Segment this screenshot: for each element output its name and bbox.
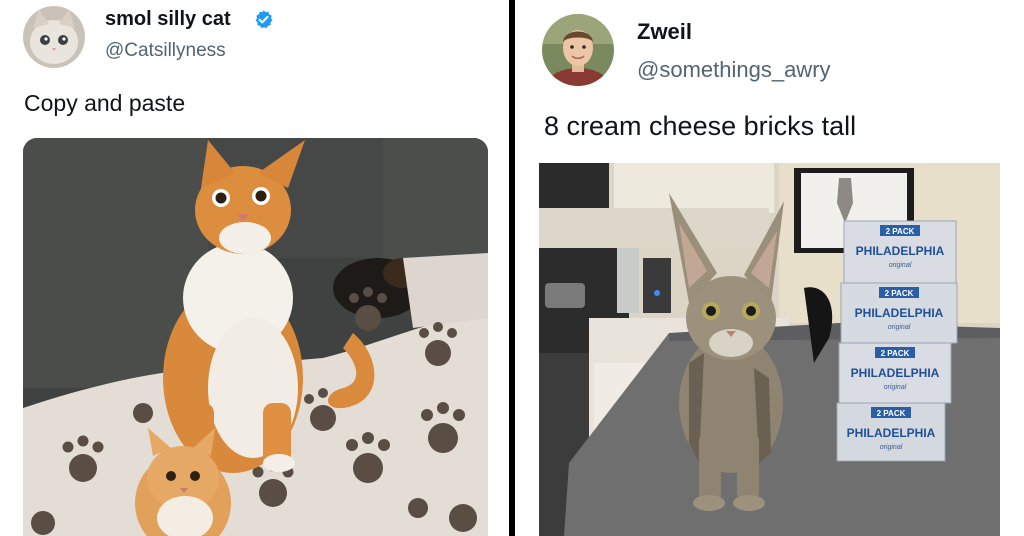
- box-variant-label: original: [880, 444, 903, 451]
- box-variant-label: original: [889, 262, 912, 269]
- verified-badge-icon: [255, 10, 273, 29]
- box-pack-label: 2 PACK: [885, 289, 914, 298]
- avatar[interactable]: [23, 6, 85, 68]
- box-pack-label: 2 PACK: [886, 227, 915, 236]
- box-pack-label: 2 PACK: [881, 349, 910, 358]
- box-variant-label: original: [884, 384, 907, 391]
- cats-photo: [23, 138, 488, 536]
- box-pack-label: 2 PACK: [877, 409, 906, 418]
- man-avatar-icon: [542, 14, 614, 86]
- tweet-card-left[interactable]: smol silly cat @Catsillyness Copy and pa…: [0, 0, 509, 536]
- tweet-photo[interactable]: [23, 138, 488, 536]
- handle[interactable]: @somethings_awry: [637, 57, 831, 83]
- box-variant-label: original: [888, 324, 911, 331]
- box-brand-label: PHILADELPHIA: [851, 366, 940, 380]
- tweet-card-right[interactable]: Zweil @somethings_awry 8 cream cheese br…: [515, 0, 1024, 536]
- tweet-text: Copy and paste: [24, 90, 186, 116]
- display-name[interactable]: smol silly cat: [105, 8, 231, 31]
- box-brand-label: PHILADELPHIA: [856, 244, 945, 258]
- handle[interactable]: @Catsillyness: [105, 40, 226, 62]
- tweet-photo[interactable]: 2 PACK PHILADELPHIA original 2 PACK PHILADEL…: [539, 163, 1000, 536]
- display-name[interactable]: Zweil: [637, 19, 692, 45]
- box-brand-label: PHILADELPHIA: [847, 426, 936, 440]
- tweet-text: 8 cream cheese bricks tall: [544, 111, 857, 141]
- cat-avatar-icon: [23, 6, 85, 68]
- kitten-cream-cheese-photo: 2 PACK PHILADELPHIA original 2 PACK PHILADEL…: [539, 163, 1000, 536]
- box-brand-label: PHILADELPHIA: [855, 306, 944, 320]
- avatar[interactable]: [542, 14, 614, 86]
